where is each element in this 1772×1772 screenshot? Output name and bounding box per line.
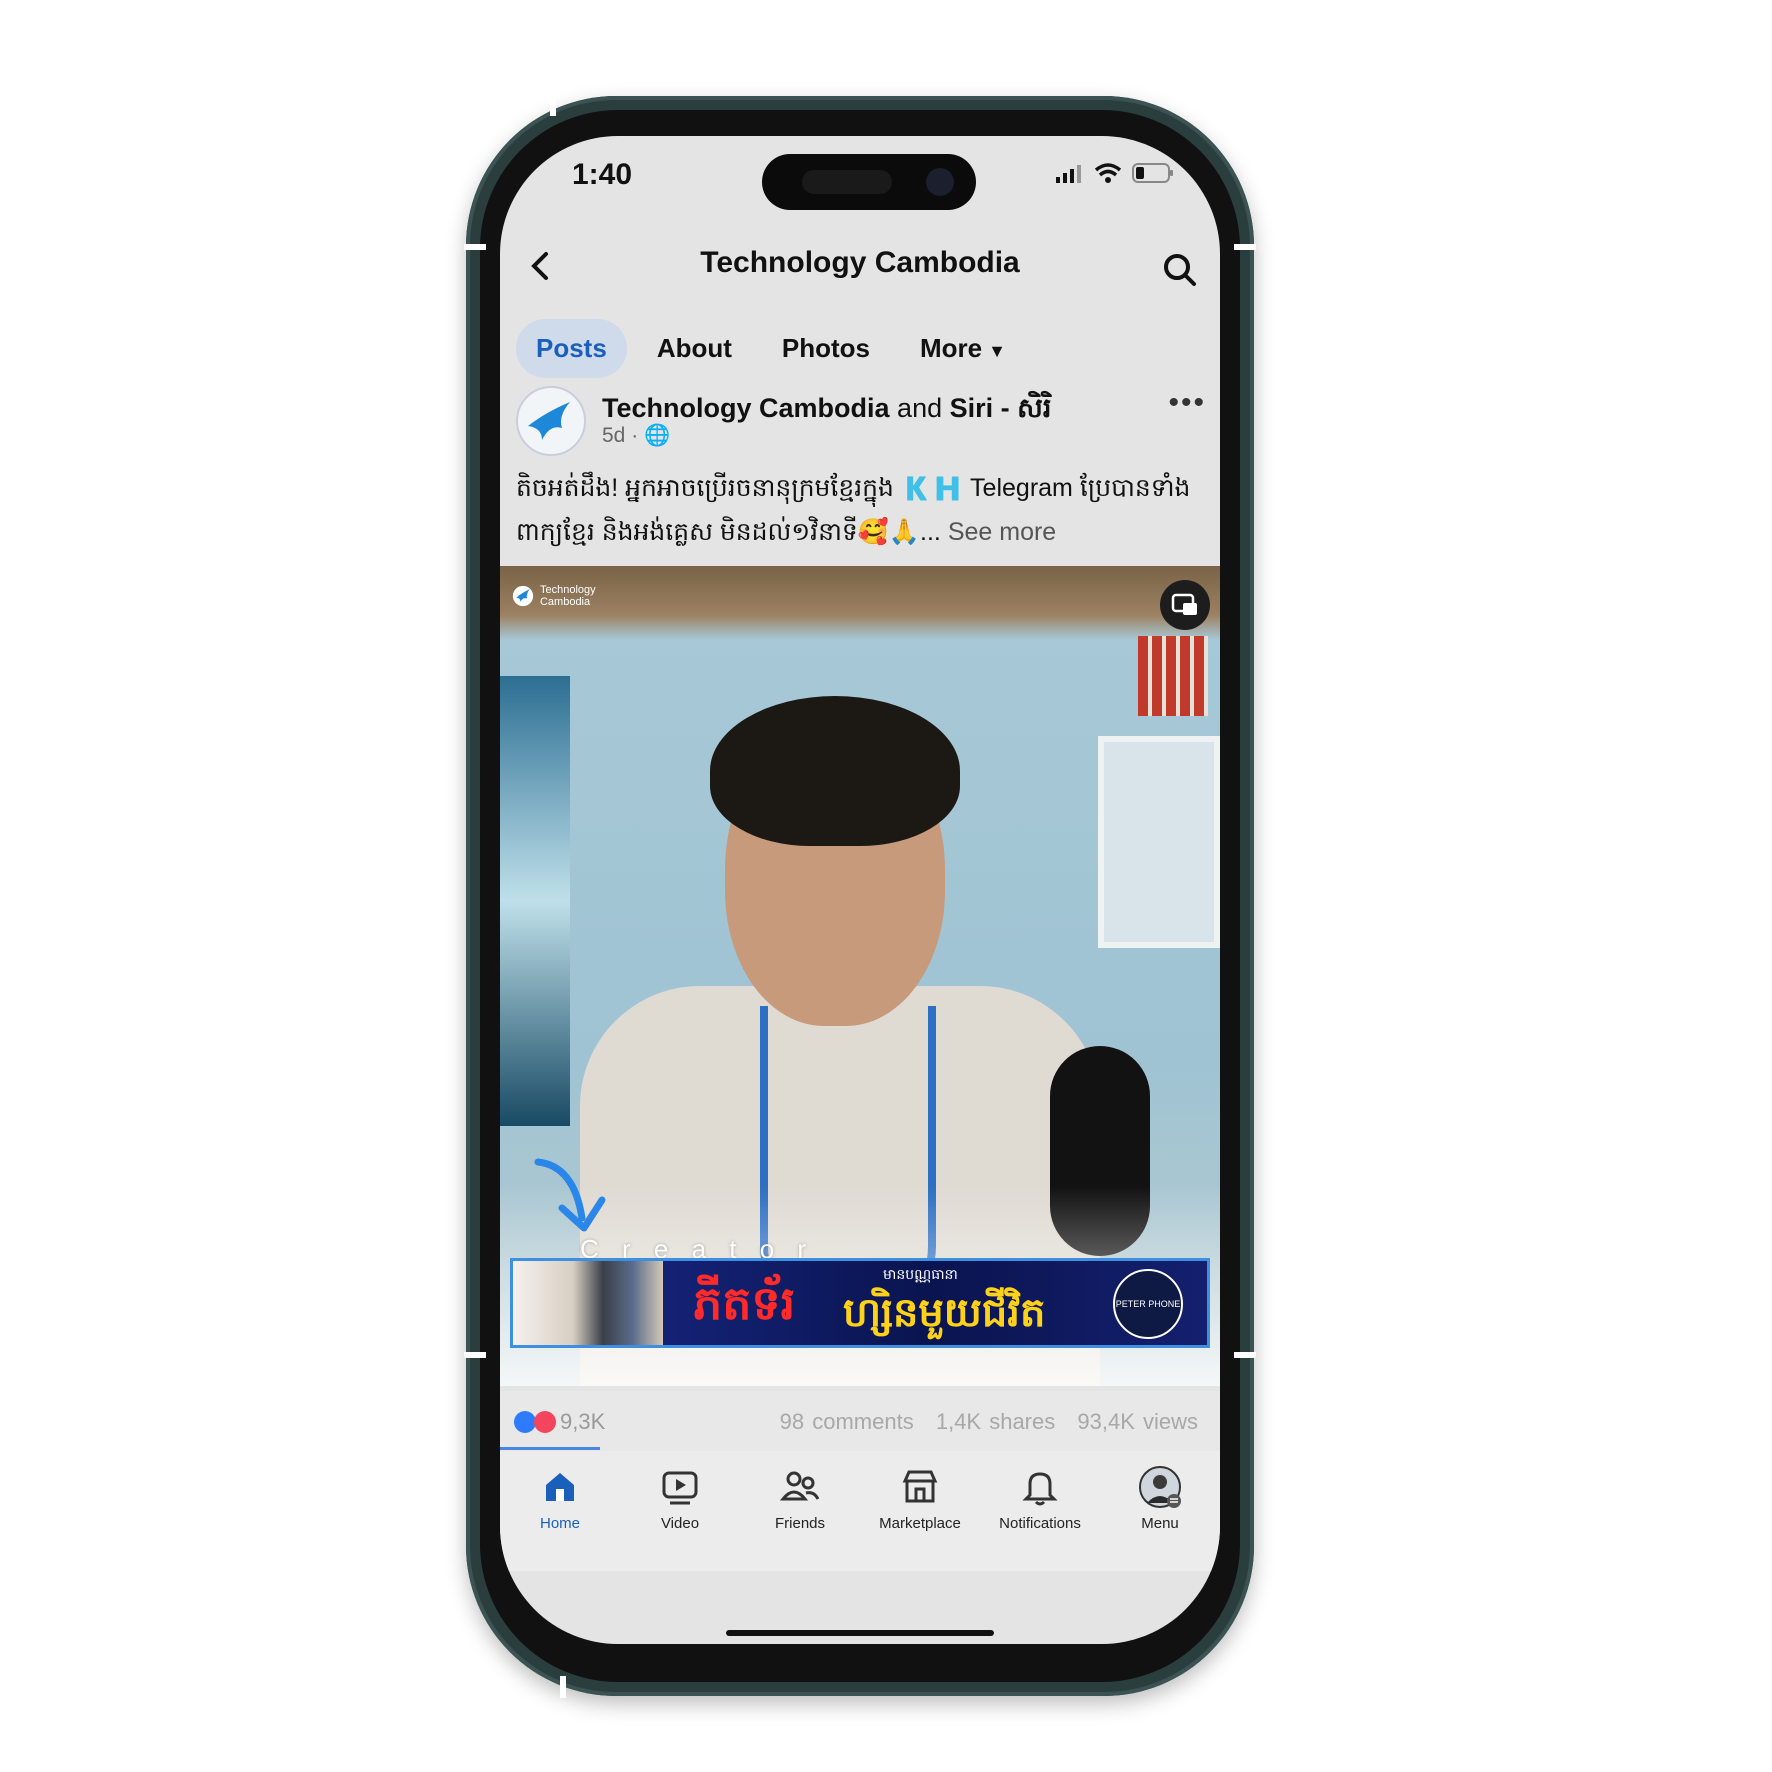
author-second: Siri [949, 393, 994, 423]
reaction-count: 9,3K [560, 1409, 606, 1434]
status-bar: 1:40 [500, 136, 1220, 236]
signal-icon [1056, 165, 1081, 183]
shares-count[interactable]: 1,4K shares [936, 1409, 1055, 1434]
bell-icon [1018, 1465, 1062, 1509]
nav-friends[interactable]: Friends [740, 1451, 860, 1571]
top-bar: Technology Cambodia [500, 236, 1220, 306]
status-icons [1056, 162, 1174, 184]
views-count: 93,4K views [1077, 1409, 1198, 1434]
video-picture-frame [1098, 736, 1220, 948]
frame-gap [464, 244, 486, 250]
nav-menu[interactable]: Menu [1100, 1451, 1220, 1571]
post-meta: 5d · 🌐 [602, 424, 671, 447]
video-icon [658, 1465, 702, 1509]
love-icon [534, 1411, 556, 1433]
frame-gap [550, 94, 556, 116]
tab-about[interactable]: About [637, 319, 752, 378]
frame-gap [1234, 1352, 1256, 1358]
frame-gap [1234, 244, 1256, 250]
tab-more-label: More [920, 332, 983, 363]
more-options-icon[interactable]: ••• [1168, 386, 1206, 420]
frame-gap [464, 1352, 486, 1358]
post-stats: 9,3K 98 comments 1,4K shares 93,4K views [500, 1391, 1220, 1451]
ad-note: មានបណ្ណធានា [883, 1266, 958, 1282]
friends-icon [778, 1465, 822, 1509]
phone-frame: 1:40 Technology Cambodia Posts About Pho… [464, 94, 1256, 1698]
caret-down-icon: ▼ [988, 340, 1006, 361]
nav-video[interactable]: Video [620, 1451, 740, 1571]
author-name: Technology Cambodia [602, 393, 890, 423]
nav-friends-label: Friends [774, 1515, 826, 1532]
video-person-hair [710, 696, 960, 846]
bird-logo-icon [528, 402, 570, 440]
bird-logo-icon [512, 585, 534, 607]
marketplace-icon [898, 1465, 942, 1509]
author-suffix: - សិរិ [1000, 393, 1052, 423]
nav-notifications[interactable]: Notifications [980, 1451, 1100, 1571]
nav-marketplace-label: Marketplace [879, 1515, 961, 1532]
arrow-down-icon [534, 1158, 606, 1232]
ad-subheadline: ហ្សិនមួយជីវិត [843, 1290, 1046, 1336]
nav-menu-label: Menu [1141, 1515, 1179, 1532]
author-and: and [897, 393, 943, 423]
tab-more[interactable]: More ▼ [900, 319, 1026, 378]
ad-headline: ភីតទ័រ [693, 1276, 796, 1330]
like-icon [514, 1411, 536, 1433]
video-progress [500, 1447, 600, 1450]
video-wall-art [500, 676, 570, 1126]
video-books [1138, 636, 1208, 716]
watermark-text: Technology Cambodia [539, 584, 596, 608]
page-title: Technology Cambodia [700, 246, 1020, 279]
tab-photos[interactable]: Photos [762, 319, 890, 378]
ad-phones-image [513, 1261, 663, 1345]
video-player[interactable]: Technology Cambodia C r e a t o r ភីតទ័រ… [500, 566, 1220, 1386]
post-caption: តិចអត់ដឹង! អ្នកអាចប្រើរចនានុក្រមខ្មែរក្ន… [516, 466, 1206, 554]
see-more-link[interactable]: See more [948, 518, 1056, 546]
profile-avatar-icon [1138, 1465, 1182, 1509]
status-time: 1:40 [572, 158, 633, 191]
nav-video-label: Video [660, 1515, 700, 1532]
ad-brand-logo: PETER PHONE [1113, 1269, 1183, 1339]
page-avatar[interactable] [516, 386, 586, 456]
engagement-counts: 98 comments 1,4K shares 93,4K views [766, 1409, 1198, 1435]
bottom-nav: Home Video Friends Marketplace Notificat… [500, 1451, 1220, 1571]
front-camera [926, 168, 954, 196]
reactions-summary[interactable]: 9,3K [514, 1409, 605, 1435]
caption-line-text: ពាក្យខ្មែរ និងអង់គ្លេស មិនដល់១វិនាទី🥰🙏..… [516, 518, 941, 546]
tab-posts[interactable]: Posts [516, 318, 627, 378]
comments-count[interactable]: 98 comments [780, 1409, 914, 1434]
dynamic-island [762, 154, 976, 210]
globe-icon: 🌐 [644, 424, 671, 447]
page-tabs: Posts About Photos More ▼ [516, 318, 1036, 378]
picture-in-picture-button[interactable] [1160, 580, 1210, 630]
caption-line: តិចអត់ដឹង! អ្នកអាចប្រើរចនានុក្រមខ្មែរក្ន… [516, 474, 1191, 502]
battery-icon [1132, 163, 1173, 183]
nav-notifications-label: Notifications [999, 1515, 1081, 1532]
nav-marketplace[interactable]: Marketplace [860, 1451, 980, 1571]
caption-line: ពាក្យខ្មែរ និងអង់គ្លេស មិនដល់១វិនាទី🥰🙏..… [516, 510, 1206, 554]
search-icon[interactable] [1160, 250, 1200, 295]
wifi-icon [1094, 163, 1122, 183]
post-age: 5d [602, 424, 626, 447]
pip-icon [1171, 593, 1197, 615]
channel-watermark: Technology Cambodia [512, 578, 632, 614]
island-sensor [802, 170, 892, 194]
post-header: Technology Cambodia and Siri - សិរិ 5d ·… [516, 386, 1206, 456]
phone-screen: 1:40 Technology Cambodia Posts About Pho… [500, 136, 1220, 1644]
nav-home-label: Home [539, 1515, 580, 1532]
ad-banner[interactable]: ភីតទ័រ មានបណ្ណធានា ហ្សិនមួយជីវិត PETER P… [510, 1258, 1210, 1348]
home-indicator [726, 1630, 994, 1636]
frame-gap [560, 1676, 566, 1698]
home-icon [538, 1465, 582, 1509]
nav-home[interactable]: Home [500, 1451, 620, 1571]
